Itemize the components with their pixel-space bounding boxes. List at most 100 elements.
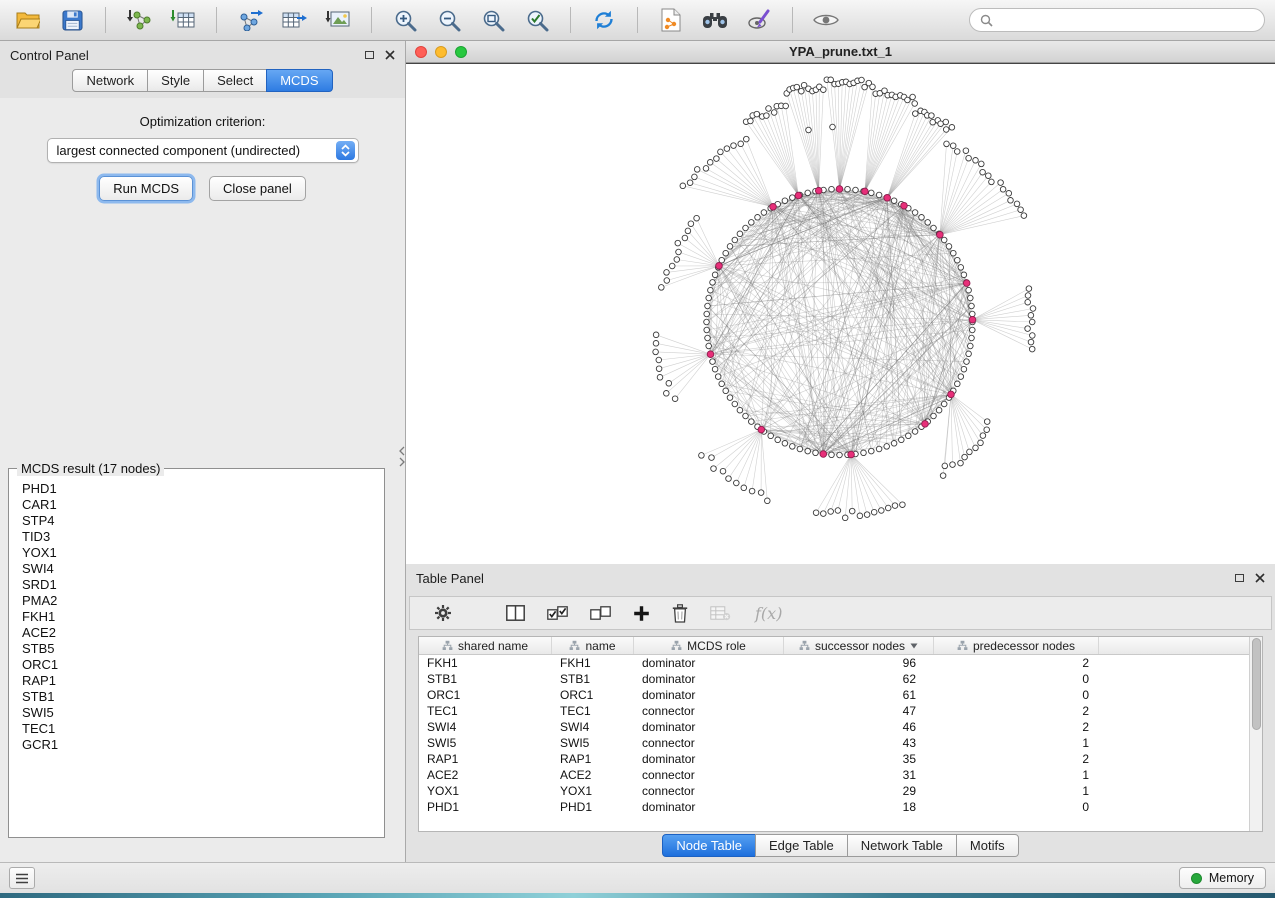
column-header-predecessor-nodes[interactable]: predecessor nodes — [934, 637, 1099, 654]
window-close-button[interactable] — [415, 46, 427, 58]
mcds-result-item[interactable]: ACE2 — [22, 625, 384, 641]
cell-name: ACE2 — [552, 768, 634, 782]
column-header-name[interactable]: name — [552, 637, 634, 654]
dropdown-chevrons-icon — [336, 141, 355, 160]
window-zoom-button[interactable] — [455, 46, 467, 58]
table-row[interactable]: SWI4SWI4dominator462 — [419, 719, 1249, 735]
open-file-icon — [16, 10, 40, 30]
save-button[interactable] — [54, 5, 90, 35]
window-minimize-button[interactable] — [435, 46, 447, 58]
network-window-titlebar[interactable]: YPA_prune.txt_1 — [406, 41, 1275, 63]
open-file-button[interactable] — [10, 5, 46, 35]
network-graph[interactable] — [406, 64, 1275, 564]
mcds-result-item[interactable]: PHD1 — [22, 481, 384, 497]
cell-successor-nodes: 46 — [784, 720, 934, 734]
mcds-result-item[interactable]: GCR1 — [22, 737, 384, 753]
import-table-button[interactable] — [165, 5, 201, 35]
table-row[interactable]: ORC1ORC1dominator610 — [419, 687, 1249, 703]
add-row-button[interactable] — [633, 605, 650, 622]
mcds-result-item[interactable]: STB5 — [22, 641, 384, 657]
style-brush-button[interactable] — [741, 5, 777, 35]
table-panel-float-icon[interactable] — [1235, 574, 1244, 582]
mcds-result-item[interactable]: TEC1 — [22, 721, 384, 737]
table-row[interactable]: ACE2ACE2connector311 — [419, 767, 1249, 783]
zoom-fit-button[interactable] — [475, 5, 511, 35]
table-row[interactable]: RAP1RAP1dominator352 — [419, 751, 1249, 767]
search-input[interactable] — [999, 12, 1254, 28]
tab-motifs[interactable]: Motifs — [956, 834, 1019, 857]
network-canvas[interactable] — [406, 63, 1275, 564]
vertical-scrollbar[interactable] — [1249, 637, 1262, 831]
close-mcds-panel-button[interactable]: Close panel — [209, 176, 306, 201]
import-network-button[interactable] — [121, 5, 157, 35]
mcds-result-item[interactable]: TID3 — [22, 529, 384, 545]
tab-node-table[interactable]: Node Table — [662, 834, 756, 857]
tab-mcds[interactable]: MCDS — [266, 69, 332, 92]
export-web-button[interactable] — [653, 5, 689, 35]
panel-menu-button[interactable] — [9, 867, 35, 889]
zoom-fit-icon — [482, 9, 505, 32]
search-box[interactable] — [969, 8, 1265, 32]
mcds-result-item[interactable]: CAR1 — [22, 497, 384, 513]
column-header-mcds-role[interactable]: MCDS role — [634, 637, 784, 654]
tab-network[interactable]: Network — [72, 69, 148, 92]
memory-button[interactable]: Memory — [1179, 867, 1266, 889]
zoom-selected-button[interactable] — [519, 5, 555, 35]
export-table-button[interactable] — [276, 5, 312, 35]
splitter-handle[interactable] — [398, 445, 406, 474]
control-panel-close-icon[interactable] — [385, 50, 395, 60]
control-panel-float-icon[interactable] — [365, 51, 374, 59]
column-label: successor nodes — [815, 639, 905, 653]
table-toolbar: f(x) — [409, 596, 1272, 630]
select-all-button[interactable] — [547, 605, 568, 622]
function-builder-button[interactable]: f(x) — [755, 604, 782, 623]
table-panel-close-icon[interactable] — [1255, 573, 1265, 583]
delete-row-button[interactable] — [672, 604, 688, 623]
zoom-out-button[interactable] — [431, 5, 467, 35]
cell-mcds-role: connector — [634, 784, 784, 798]
mcds-result-item[interactable]: FKH1 — [22, 609, 384, 625]
export-network-button[interactable] — [232, 5, 268, 35]
mcds-result-item[interactable]: SWI4 — [22, 561, 384, 577]
cell-name: YOX1 — [552, 784, 634, 798]
cell-predecessor-nodes: 0 — [934, 800, 1099, 814]
mcds-result-item[interactable]: PMA2 — [22, 593, 384, 609]
table-row[interactable]: PHD1PHD1dominator180 — [419, 799, 1249, 815]
mcds-result-item[interactable]: SRD1 — [22, 577, 384, 593]
scrollbar-thumb[interactable] — [1252, 638, 1261, 730]
mcds-result-item[interactable]: YOX1 — [22, 545, 384, 561]
mcds-result-item[interactable]: RAP1 — [22, 673, 384, 689]
refresh-button[interactable] — [586, 5, 622, 35]
table-row[interactable]: SWI5SWI5connector431 — [419, 735, 1249, 751]
eye-button[interactable] — [808, 5, 844, 35]
table-row[interactable]: FKH1FKH1dominator962 — [419, 655, 1249, 671]
table-toolbar-icons — [434, 604, 731, 623]
mcds-result-item[interactable]: ORC1 — [22, 657, 384, 673]
column-header-successor-nodes[interactable]: successor nodes — [784, 637, 934, 654]
settings-button[interactable] — [434, 604, 452, 622]
table-row[interactable]: STB1STB1dominator620 — [419, 671, 1249, 687]
mcds-result-item[interactable]: SWI5 — [22, 705, 384, 721]
columns-button[interactable] — [506, 605, 525, 621]
criterion-dropdown[interactable]: largest connected component (undirected) — [47, 138, 359, 163]
cell-successor-nodes: 18 — [784, 800, 934, 814]
find-button[interactable] — [697, 5, 733, 35]
export-image-button[interactable] — [320, 5, 356, 35]
table-row[interactable]: YOX1YOX1connector291 — [419, 783, 1249, 799]
tab-style[interactable]: Style — [147, 69, 204, 92]
tab-select[interactable]: Select — [203, 69, 267, 92]
clear-selection-button[interactable] — [590, 605, 611, 622]
cell-shared-name: FKH1 — [419, 656, 552, 670]
add-row-icon — [633, 605, 650, 622]
status-bar: Memory — [0, 862, 1275, 893]
tab-network-table[interactable]: Network Table — [847, 834, 957, 857]
tab-edge-table[interactable]: Edge Table — [755, 834, 848, 857]
column-header-shared-name[interactable]: shared name — [419, 637, 552, 654]
mcds-result-item[interactable]: STP4 — [22, 513, 384, 529]
zoom-in-button[interactable] — [387, 5, 423, 35]
run-mcds-button[interactable]: Run MCDS — [99, 176, 193, 201]
column-header-empty — [1099, 637, 1249, 654]
table-row[interactable]: TEC1TEC1connector472 — [419, 703, 1249, 719]
export-network-icon — [237, 9, 263, 31]
mcds-result-item[interactable]: STB1 — [22, 689, 384, 705]
